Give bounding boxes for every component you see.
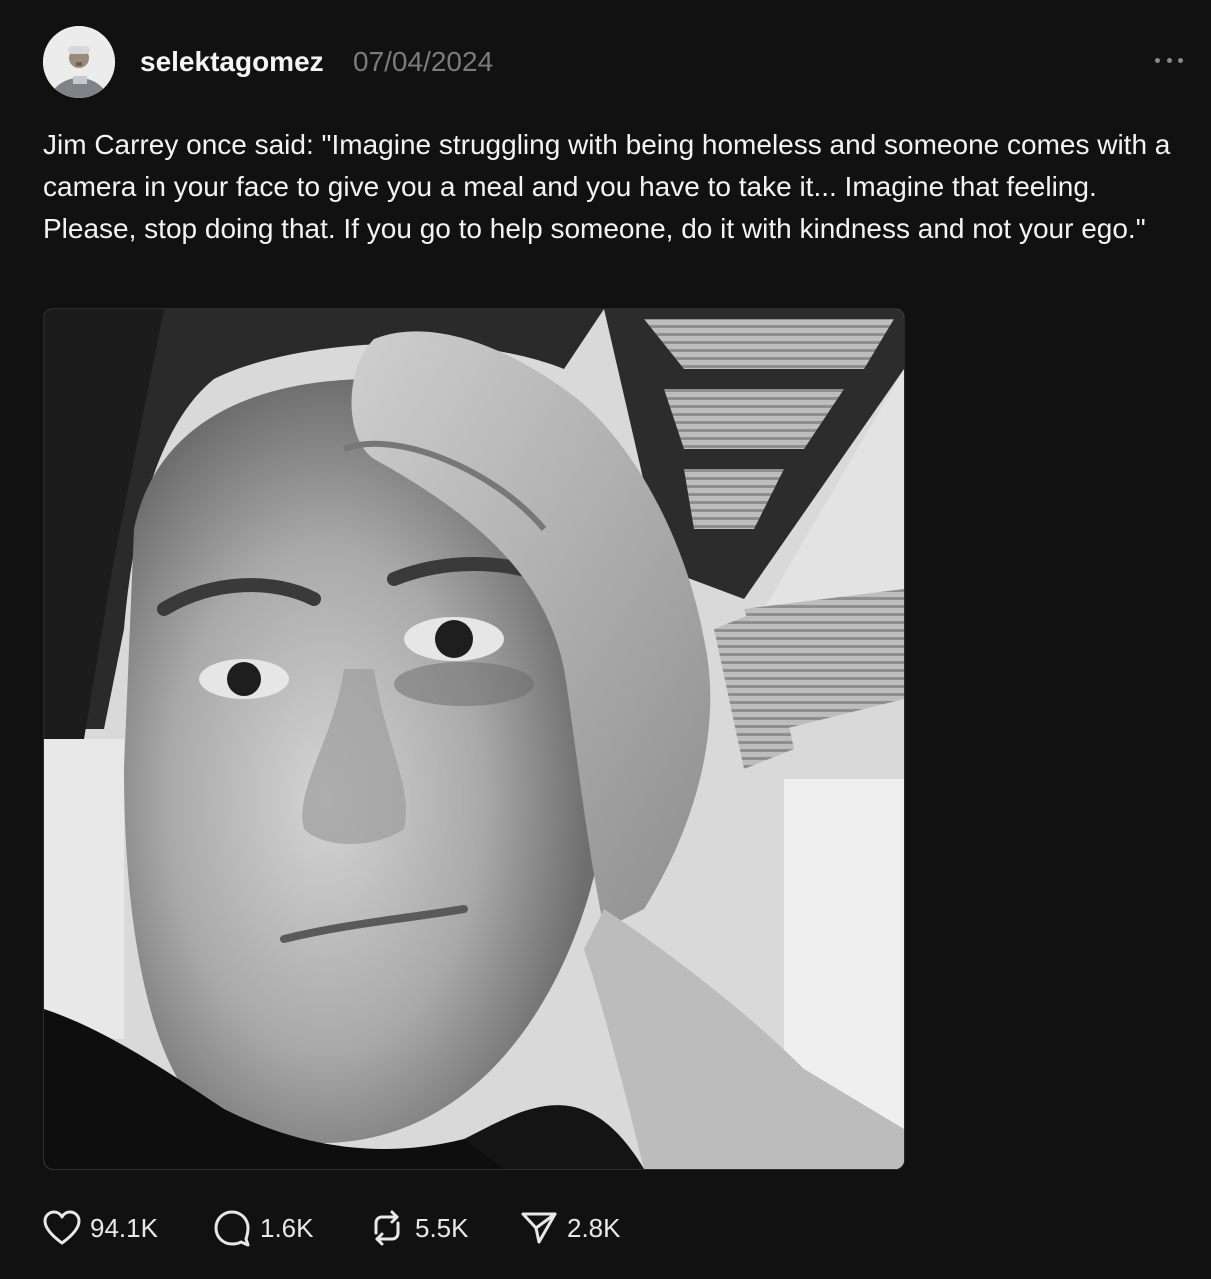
share-button[interactable]: 2.8K [520, 1200, 621, 1256]
post-photo[interactable] [43, 308, 905, 1170]
reply-count: 1.6K [260, 1212, 314, 1243]
post-header: selektagomez 07/04/2024 [43, 26, 1183, 98]
send-icon [521, 1212, 557, 1244]
like-count: 94.1K [90, 1212, 158, 1243]
avatar[interactable] [43, 26, 115, 98]
post-timestamp: 07/04/2024 [353, 46, 494, 77]
speech-bubble-icon [214, 1210, 250, 1247]
like-button[interactable]: 94.1K [43, 1200, 158, 1256]
post-caption: Jim Carrey once said: "Imagine strugglin… [43, 129, 1171, 244]
reply-button[interactable]: 1.6K [213, 1200, 314, 1256]
repost-button[interactable]: 5.5K [368, 1200, 469, 1256]
username[interactable]: selektagomez [140, 46, 324, 78]
repost-count: 5.5K [415, 1212, 469, 1243]
more-options-icon[interactable] [1155, 50, 1183, 70]
heart-icon [43, 1210, 81, 1245]
repost-arrows-icon [374, 1210, 400, 1246]
thread-post: selektagomez 07/04/2024 Jim Carrey once … [0, 0, 1211, 1279]
share-count: 2.8K [567, 1212, 621, 1243]
post-actions: 94.1K 1.6K 5.5K 2.8K [43, 1200, 743, 1256]
